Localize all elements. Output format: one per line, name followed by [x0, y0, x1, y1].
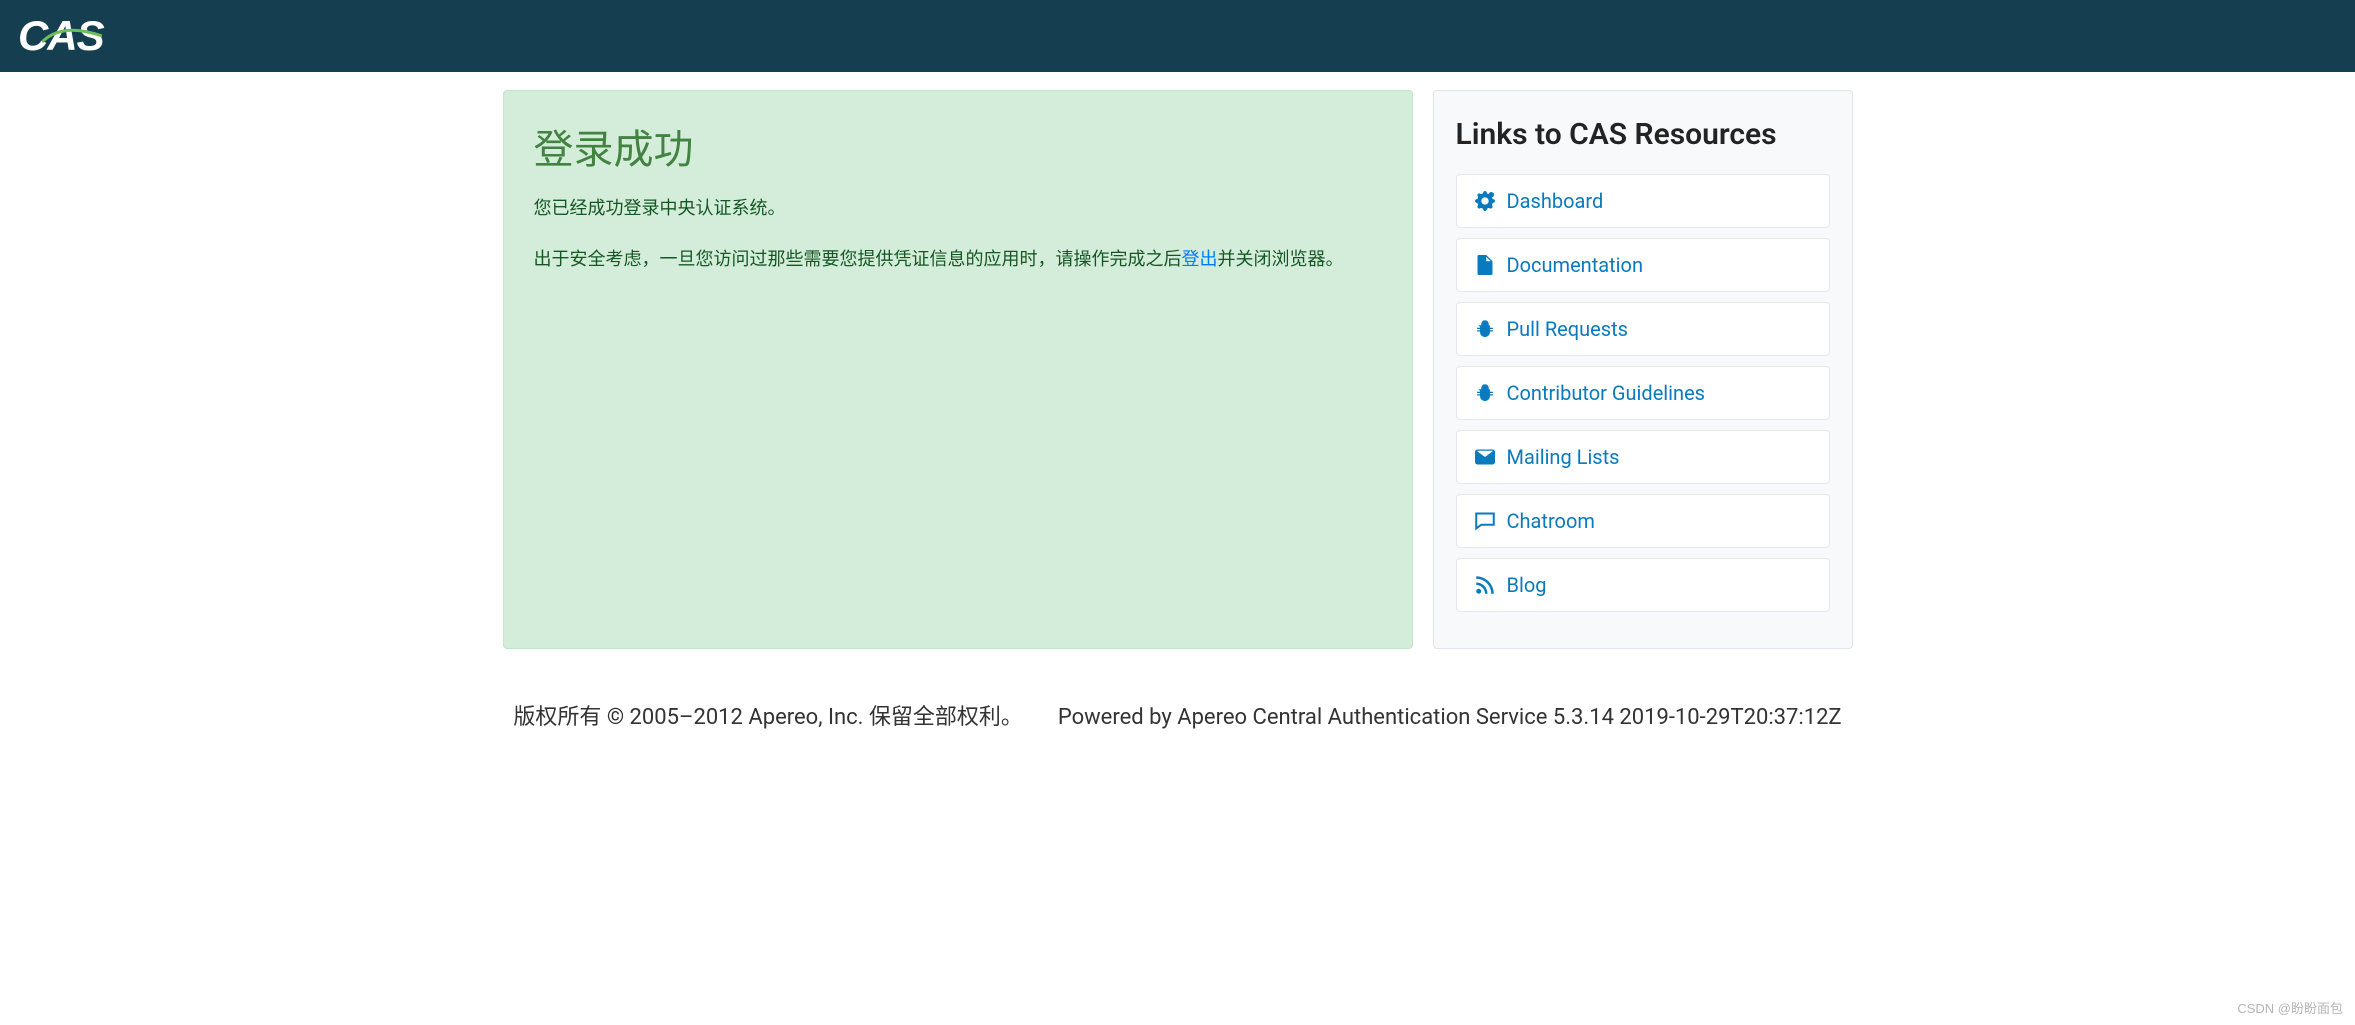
- logout-link[interactable]: 登出: [1182, 249, 1218, 270]
- file-icon: [1475, 255, 1495, 275]
- resource-item-mailing-lists[interactable]: Mailing Lists: [1456, 430, 1830, 484]
- chat-icon: [1475, 511, 1495, 531]
- resource-link-dashboard[interactable]: Dashboard: [1507, 189, 1604, 213]
- bug-icon: [1475, 383, 1495, 403]
- security-text-post: 并关闭浏览器。: [1218, 249, 1344, 270]
- success-panel: 登录成功 您已经成功登录中央认证系统。 出于安全考虑，一旦您访问过那些需要您提供…: [503, 90, 1413, 649]
- resource-item-contributor-guidelines[interactable]: Contributor Guidelines: [1456, 366, 1830, 420]
- bug-icon: [1475, 319, 1495, 339]
- dashboard-icon: [1475, 191, 1495, 211]
- watermark: CSDN @盼盼面包: [2237, 998, 2343, 1017]
- resource-link-documentation[interactable]: Documentation: [1507, 253, 1644, 277]
- security-text-pre: 出于安全考虑，一旦您访问过那些需要您提供凭证信息的应用时，请操作完成之后: [534, 249, 1182, 270]
- success-message-1: 您已经成功登录中央认证系统。: [534, 195, 1382, 222]
- resources-panel: Links to CAS Resources Dashboard Documen…: [1433, 90, 1853, 649]
- resource-item-dashboard[interactable]: Dashboard: [1456, 174, 1830, 228]
- resource-link-blog[interactable]: Blog: [1507, 573, 1547, 597]
- logo-text: CAS: [18, 12, 104, 59]
- resource-item-pull-requests[interactable]: Pull Requests: [1456, 302, 1830, 356]
- top-header: CAS: [0, 0, 2355, 72]
- main-container: 登录成功 您已经成功登录中央认证系统。 出于安全考虑，一旦您访问过那些需要您提供…: [503, 72, 1853, 649]
- resource-link-chatroom[interactable]: Chatroom: [1507, 509, 1595, 533]
- footer-powered: Powered by Apereo Central Authentication…: [1058, 705, 1842, 730]
- envelope-icon: [1475, 447, 1495, 467]
- resource-list: Dashboard Documentation Pull Requests Co…: [1456, 174, 1830, 612]
- footer-copyright: 版权所有 © 2005–2012 Apereo, Inc. 保留全部权利。: [513, 705, 1023, 730]
- resource-item-chatroom[interactable]: Chatroom: [1456, 494, 1830, 548]
- resource-item-documentation[interactable]: Documentation: [1456, 238, 1830, 292]
- resource-link-pull-requests[interactable]: Pull Requests: [1507, 317, 1628, 341]
- resource-item-blog[interactable]: Blog: [1456, 558, 1830, 612]
- cas-logo: CAS: [18, 12, 104, 60]
- resources-title: Links to CAS Resources: [1456, 117, 1830, 152]
- page-footer: 版权所有 © 2005–2012 Apereo, Inc. 保留全部权利。 Po…: [503, 699, 1853, 739]
- success-message-2: 出于安全考虑，一旦您访问过那些需要您提供凭证信息的应用时，请操作完成之后登出并关…: [534, 246, 1382, 273]
- resource-link-mailing-lists[interactable]: Mailing Lists: [1507, 445, 1620, 469]
- success-title: 登录成功: [534, 117, 1382, 175]
- resource-link-contributor-guidelines[interactable]: Contributor Guidelines: [1507, 381, 1706, 405]
- rss-icon: [1475, 575, 1495, 595]
